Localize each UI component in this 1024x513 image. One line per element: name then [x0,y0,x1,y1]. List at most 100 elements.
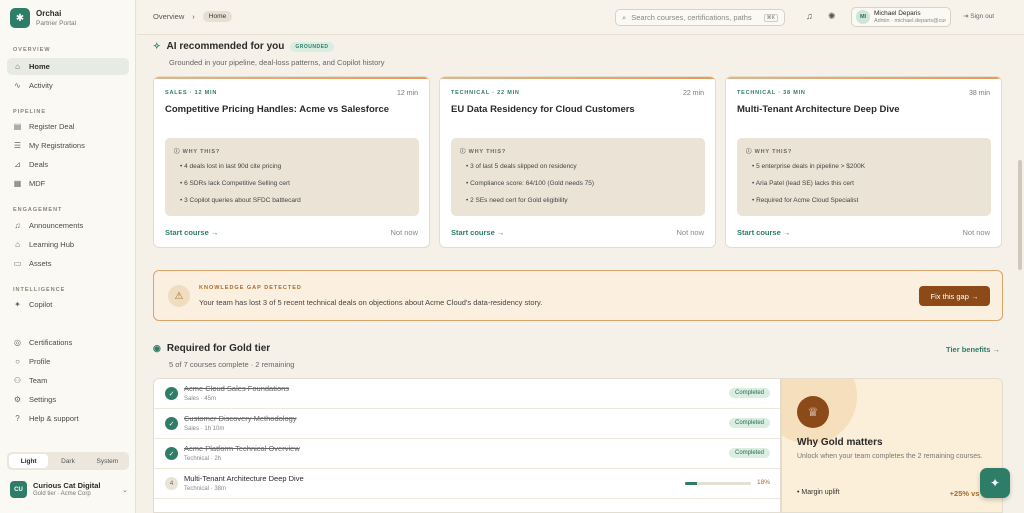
not-now-button[interactable]: Not now [390,228,418,237]
sidebar-item-label: Deals [29,160,49,169]
reason-item: • 3 Copilot queries about SFDC battlecar… [180,197,301,204]
sparkle-icon: ✦ [14,300,21,309]
bug-icon[interactable]: ✺ [828,11,836,22]
not-now-button[interactable]: Not now [676,228,704,237]
progress-label: 18% [756,479,770,486]
check-icon: ✓ [165,447,178,460]
card-title[interactable]: Multi-Tenant Architecture Deep Dive [737,104,900,115]
org-switcher[interactable]: CU Curious Cat Digital Gold tier · Acme … [10,481,128,498]
chevron-down-icon: ⌄ [122,486,128,494]
sidebar-item-learning-hub[interactable]: ⌂ Learning Hub [7,236,129,253]
sidebar-item-home[interactable]: ⌂ Home [7,58,129,75]
why-label-text: WHY THIS? [468,149,506,155]
scrollbar[interactable] [1018,160,1022,270]
sidebar-item-deals[interactable]: ⊿ Deals [7,156,129,173]
warning-icon: ⚠ [168,285,190,307]
sidebar-item-label: Help & support [29,414,79,423]
check-icon: ✓ [165,417,178,430]
sidebar-item-label: Copilot [29,300,53,309]
list-icon: ☰ [13,141,22,150]
gap-description: Your team has lost 3 of 5 recent technic… [199,298,543,307]
card-meta: TECHNICAL · 38 MIN [737,90,806,96]
start-course-button[interactable]: Start course → [451,228,504,237]
progress-fill [685,482,697,485]
shortcut-hint: ⌘K [763,13,778,22]
bell-icon[interactable]: ♫ [806,11,813,21]
list-item[interactable]: 4 Multi-Tenant Architecture Deep Dive Te… [154,469,780,499]
info-icon: ⓘ [746,149,753,155]
sidebar-item-assets[interactable]: ▭ Assets [7,255,129,272]
sidebar-item-settings[interactable]: ⚙ Settings [7,391,129,408]
course-meta: Sales · 45m [184,396,217,402]
why-this-label: ⓘ WHY THIS? [174,147,220,155]
activity-icon: ∿ [14,81,21,90]
brand[interactable]: ✱ Orchai Partner Portal [10,8,76,28]
sign-out-button[interactable]: ⇥ Sign out [963,12,994,20]
course-meta: Technical · 38m [184,486,227,492]
not-now-button[interactable]: Not now [962,228,990,237]
reason-item: • 3 of last 5 deals slipped on residency [466,163,577,170]
topbar: Overview › Home ⌕ Search courses, certif… [137,0,1024,35]
benefit-text: Margin uplift [801,489,840,496]
chevron-right-icon: › [192,12,195,21]
sidebar-item-my-registrations[interactable]: ☰ My Registrations [7,137,129,154]
org-avatar: CU [10,481,27,498]
tier-header: ◉ Required for Gold tier [153,343,270,354]
why-gold-description: Unlock when your team completes the 2 re… [797,453,983,460]
theme-system-option[interactable]: System [88,454,127,468]
sidebar-item-profile[interactable]: ○ Profile [7,353,129,370]
reason-text: 6 SDRs lack Competitive Selling cert [184,180,290,187]
search-icon: ⌕ [622,12,627,22]
brand-subtitle: Partner Portal [36,19,77,27]
tier-benefits-link[interactable]: Tier benefits → [946,345,1000,354]
arrow-right-icon: → [782,228,791,237]
card-title[interactable]: Competitive Pricing Handles: Acme vs Sal… [165,104,389,115]
start-course-label: Start course [165,228,209,237]
search-input[interactable]: ⌕ Search courses, certifications, paths … [615,9,785,26]
main-content: ✧ AI recommended for you GROUNDED Ground… [137,36,1024,513]
list-item[interactable]: ✓ Acme Cloud Sales Foundations Sales · 4… [154,379,780,409]
sidebar-item-label: Register Deal [29,122,75,131]
why-this-panel: ⓘ WHY THIS? • 3 of last 5 deals slipped … [451,138,705,216]
breadcrumb-current: Home [202,11,233,22]
list-item[interactable]: ✓ Acme Platform Technical Overview Techn… [154,439,780,469]
sidebar-item-copilot[interactable]: ✦ Copilot [7,296,129,313]
reason-item: • Aria Patel (lead SE) lacks this cert [752,180,854,187]
start-course-button[interactable]: Start course → [165,228,218,237]
theme-dark-option[interactable]: Dark [48,454,87,468]
sidebar-item-team[interactable]: ⚇ Team [7,372,129,389]
badge-icon: ◎ [14,338,21,347]
gap-title: KNOWLEDGE GAP DETECTED [199,285,302,291]
user-icon: ○ [15,357,20,366]
course-meta: Sales · 1h 10m [184,426,225,432]
section-intelligence: INTELLIGENCE [13,287,66,293]
progress-bar [685,482,751,485]
breadcrumb: Overview › Home [153,11,233,22]
theme-light-option[interactable]: Light [9,454,49,468]
user-menu[interactable]: MI Michael Deparis Admin · michael.depar… [851,7,951,27]
sidebar-item-help[interactable]: ? Help & support [7,410,129,427]
sidebar-item-register-deal[interactable]: ▤ Register Deal [7,118,129,135]
sidebar-item-mdf[interactable]: ▦ MDF [7,175,129,192]
list-item[interactable]: ✓ Customer Discovery Methodology Sales ·… [154,409,780,439]
bell-icon: ♫ [14,221,21,230]
theme-switcher: Light Dark System [7,452,129,470]
start-course-label: Start course [451,228,495,237]
card-accent-bar [440,77,715,79]
fix-gap-button[interactable]: Fix this gap → [919,286,990,306]
card-title[interactable]: EU Data Residency for Cloud Customers [451,104,635,115]
copilot-fab-button[interactable]: ✦ [980,468,1010,498]
why-this-panel: ⓘ WHY THIS? • 4 deals lost in last 90d c… [165,138,419,216]
sidebar-item-certifications[interactable]: ◎ Certifications [7,334,129,351]
sidebar-item-label: Profile [29,357,51,366]
org-subtitle: Gold tier · Acme Corp [33,491,91,497]
sidebar-item-activity[interactable]: ∿ Activity [7,77,129,94]
start-course-button[interactable]: Start course → [737,228,790,237]
sidebar-item-announcements[interactable]: ♫ Announcements [7,217,129,234]
breadcrumb-overview[interactable]: Overview [153,12,184,21]
user-role: Admin · michael.deparis@curiouscat.digit… [874,17,946,24]
grounded-badge: GROUNDED [290,41,334,52]
reason-text: Aria Patel (lead SE) lacks this cert [755,180,854,187]
calendar-icon: ▦ [13,179,22,188]
benefit-label: • Margin uplift [797,489,840,496]
